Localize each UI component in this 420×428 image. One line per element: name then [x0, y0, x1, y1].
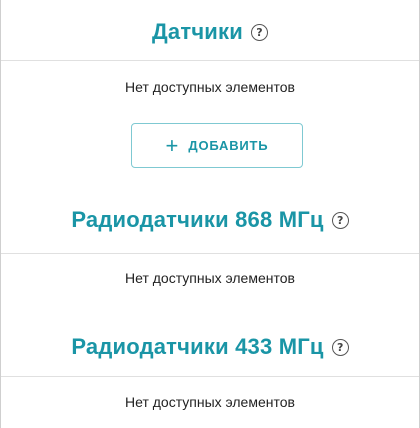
add-button[interactable]: + ДОБАВИТЬ [131, 123, 303, 168]
plus-icon: + [165, 132, 179, 158]
sensors-panel: Датчики ? Нет доступных элементов + ДОБА… [0, 0, 420, 428]
section-title: Радиодатчики 433 МГц [71, 334, 324, 359]
section-header-radio-433: Радиодатчики 433 МГц ? [1, 325, 419, 369]
help-icon[interactable]: ? [331, 338, 349, 356]
divider [1, 60, 419, 61]
empty-message: Нет доступных элементов [125, 79, 295, 95]
section-title: Датчики [152, 19, 243, 44]
help-icon[interactable]: ? [331, 211, 349, 229]
divider [1, 376, 419, 377]
section-title: Радиодатчики 868 МГц [71, 207, 324, 232]
empty-message: Нет доступных элементов [125, 394, 295, 410]
empty-message: Нет доступных элементов [125, 270, 295, 286]
section-header-radio-868: Радиодатчики 868 МГц ? [1, 198, 419, 242]
divider [1, 253, 419, 254]
section-header-sensors: Датчики ? [1, 10, 419, 54]
help-icon[interactable]: ? [250, 23, 268, 41]
add-button-label: ДОБАВИТЬ [188, 138, 269, 153]
